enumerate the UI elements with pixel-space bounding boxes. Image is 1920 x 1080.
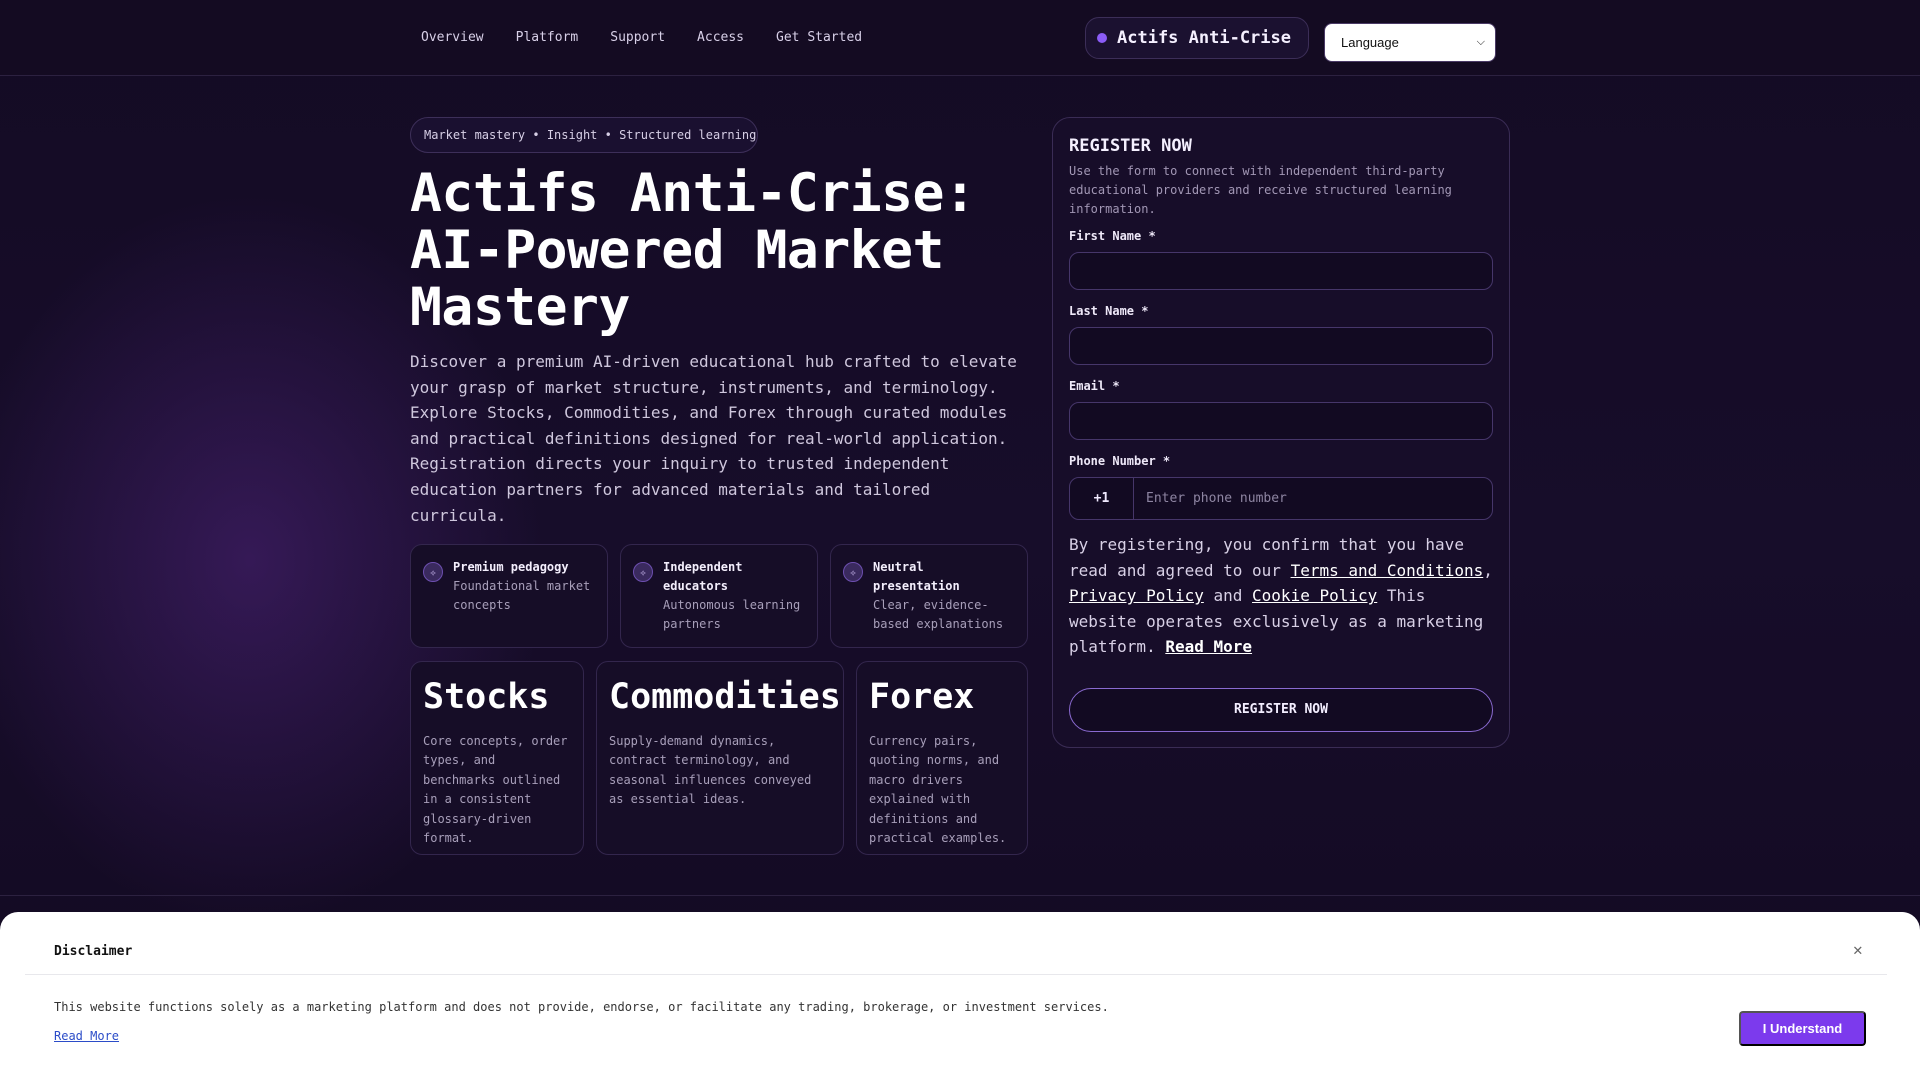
main-nav: Overview Platform Support Access Get Sta… xyxy=(421,30,862,45)
i-understand-button[interactable]: I Understand xyxy=(1739,1011,1866,1046)
consent-comma: , xyxy=(1483,560,1493,580)
form-title: REGISTER NOW xyxy=(1069,136,1192,156)
feature-list: ✧ Premium pedagogy Foundational market c… xyxy=(410,544,1028,648)
close-icon[interactable]: ✕ xyxy=(1853,940,1863,959)
category-desc: Core concepts, order types, and benchmar… xyxy=(423,734,568,846)
feature-title: Neutral presentation xyxy=(873,560,960,593)
nav-get-started[interactable]: Get Started xyxy=(776,30,862,45)
register-button[interactable]: REGISTER NOW xyxy=(1069,687,1493,732)
category-title: Stocks xyxy=(423,677,550,717)
form-subtitle: Use the form to connect with independent… xyxy=(1069,164,1452,216)
email-label: Email * xyxy=(1069,379,1120,393)
category-card-stocks[interactable]: Stocks Core concepts, order types, and b… xyxy=(410,661,584,855)
feature-title: Premium pedagogy xyxy=(453,560,569,574)
privacy-link[interactable]: Privacy Policy xyxy=(1069,586,1204,605)
phone-country-code[interactable]: +1 xyxy=(1070,478,1134,519)
chevron-down-icon: ⌵ xyxy=(1476,36,1485,48)
register-form: REGISTER NOW Use the form to connect wit… xyxy=(1052,117,1510,748)
feature-desc: Clear, evidence-based explanations xyxy=(873,598,1004,631)
brand-badge[interactable]: Actifs Anti-Crise xyxy=(1085,17,1309,59)
sparkle-icon: ✧ xyxy=(843,562,863,582)
first-name-label: First Name * xyxy=(1069,229,1156,243)
feature-card: ✧ Independent educators Autonomous learn… xyxy=(620,544,818,648)
feature-card: ✧ Neutral presentation Clear, evidence-b… xyxy=(830,544,1028,648)
sparkle-icon: ✧ xyxy=(423,562,443,582)
brand-name: Actifs Anti-Crise xyxy=(1117,28,1291,48)
category-card-forex[interactable]: Forex Currency pairs, quoting norms, and… xyxy=(856,661,1028,855)
language-selected: Language xyxy=(1341,35,1399,50)
disclaimer-text: This website functions solely as a marke… xyxy=(54,1000,1109,1014)
category-title: Commodities xyxy=(609,677,841,717)
email-input[interactable] xyxy=(1069,402,1493,440)
last-name-input[interactable] xyxy=(1069,327,1493,365)
category-desc: Currency pairs, quoting norms, and macro… xyxy=(869,734,1007,846)
top-header: Overview Platform Support Access Get Sta… xyxy=(0,0,1920,76)
category-list: Stocks Core concepts, order types, and b… xyxy=(410,661,1028,855)
terms-link[interactable]: Terms and Conditions xyxy=(1291,561,1484,580)
feature-title: Independent educators xyxy=(663,560,743,593)
section-divider xyxy=(0,895,1920,896)
nav-platform[interactable]: Platform xyxy=(516,30,579,45)
category-title: Forex xyxy=(869,677,975,717)
hero-lead: Discover a premium AI-driven educational… xyxy=(410,352,1017,525)
phone-field: +1 Enter phone number xyxy=(1069,477,1493,520)
brand-dot-icon xyxy=(1097,33,1107,43)
disclaimer-banner: Disclaimer ✕ This website functions sole… xyxy=(0,912,1920,1080)
nav-access[interactable]: Access xyxy=(697,30,744,45)
consent-and: and xyxy=(1203,586,1253,606)
category-card-commodities[interactable]: Commodities Supply-demand dynamics, cont… xyxy=(596,661,844,855)
consent-text: By registering, you confirm that you hav… xyxy=(1069,532,1499,660)
nav-support[interactable]: Support xyxy=(610,30,665,45)
sparkle-icon: ✧ xyxy=(633,562,653,582)
language-select[interactable]: Language ⌵ xyxy=(1324,23,1496,62)
hero-pill: Market mastery • Insight • Structured le… xyxy=(410,117,758,153)
hero-title: Actifs Anti-Crise: AI-Powered Market Mas… xyxy=(410,163,976,338)
disclaimer-title: Disclaimer xyxy=(54,944,133,959)
cookie-link[interactable]: Cookie Policy xyxy=(1252,586,1377,605)
category-desc: Supply-demand dynamics, contract termino… xyxy=(609,734,812,807)
first-name-input[interactable] xyxy=(1069,252,1493,290)
disclaimer-divider xyxy=(25,974,1887,975)
nav-overview[interactable]: Overview xyxy=(421,30,484,45)
phone-input[interactable]: Enter phone number xyxy=(1134,491,1287,506)
disclaimer-read-more-link[interactable]: Read More xyxy=(54,1029,119,1043)
read-more-link[interactable]: Read More xyxy=(1165,637,1252,656)
last-name-label: Last Name * xyxy=(1069,304,1149,318)
feature-desc: Foundational market concepts xyxy=(453,579,591,612)
feature-card: ✧ Premium pedagogy Foundational market c… xyxy=(410,544,608,648)
phone-label: Phone Number * xyxy=(1069,454,1171,468)
feature-desc: Autonomous learning partners xyxy=(663,598,801,631)
